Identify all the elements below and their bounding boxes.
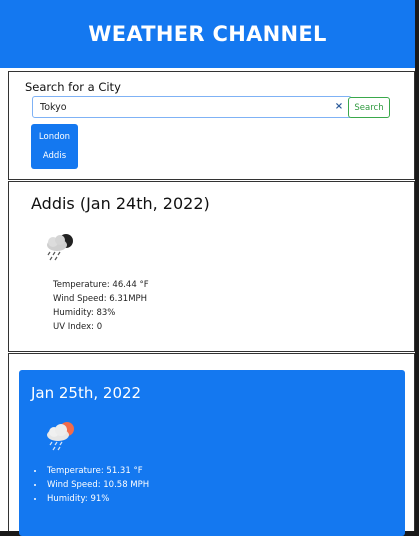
page: WEATHER CHANNEL Search for a City × Sear…	[0, 0, 415, 536]
forecast-card: Jan 25th, 2022 Temperature: 51.31 °F Win…	[19, 370, 405, 536]
current-uv-index: UV Index: 0	[53, 322, 103, 332]
current-wind-speed: Wind Speed: 6.31MPH	[53, 294, 148, 304]
current-humidity: Humidity: 83%	[53, 308, 116, 318]
forecast-stats: Temperature: 51.31 °F Wind Speed: 10.58 …	[32, 464, 149, 506]
search-button[interactable]: Search	[348, 97, 390, 118]
history-item-addis[interactable]: Addis	[43, 151, 66, 161]
forecast-date: Jan 25th, 2022	[31, 384, 142, 402]
forecast-panel: Jan 25th, 2022 Temperature: 51.31 °F Win…	[8, 353, 415, 536]
site-title: WEATHER CHANNEL	[88, 22, 327, 46]
clear-input-icon[interactable]: ×	[331, 99, 347, 115]
current-stats: Temperature: 46.44 °F Wind Speed: 6.31MP…	[53, 278, 149, 334]
current-temperature: Temperature: 46.44 °F	[53, 280, 149, 290]
history-item-london[interactable]: London	[39, 132, 70, 142]
search-history: London Addis	[31, 124, 78, 169]
search-panel: Search for a City × Search London Addis	[8, 71, 415, 180]
current-city-title: Addis (Jan 24th, 2022)	[31, 194, 210, 213]
forecast-wind-speed: Wind Speed: 10.58 MPH	[45, 478, 149, 492]
forecast-temperature: Temperature: 51.31 °F	[45, 464, 149, 478]
city-search-input[interactable]	[32, 96, 352, 118]
current-weather-panel: Addis (Jan 24th, 2022) Temperature: 46.4…	[8, 181, 415, 352]
night-cloud-rain-icon	[42, 231, 78, 265]
site-header: WEATHER CHANNEL	[0, 0, 415, 68]
forecast-humidity: Humidity: 91%	[45, 492, 149, 506]
sun-cloud-rain-icon	[43, 420, 79, 456]
search-label: Search for a City	[25, 80, 121, 94]
